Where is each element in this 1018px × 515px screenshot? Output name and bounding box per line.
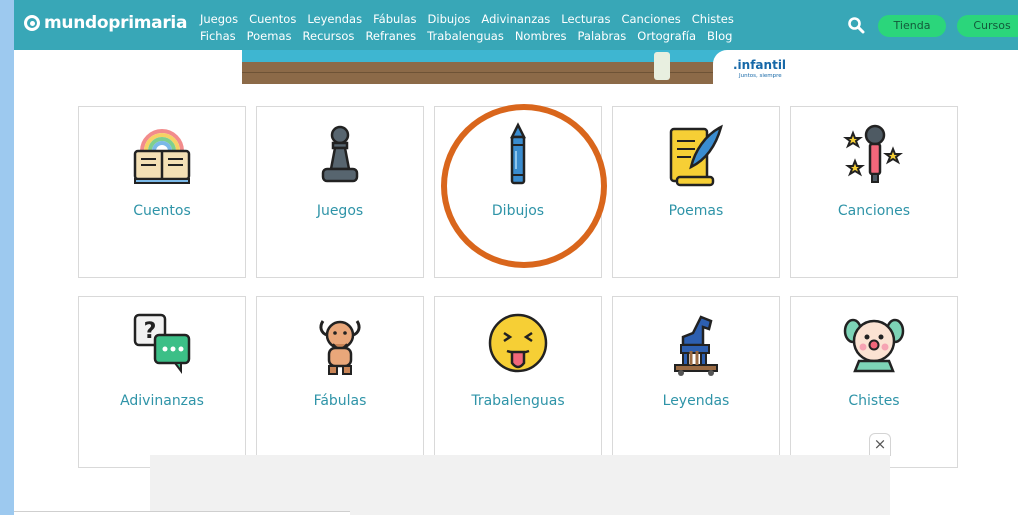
category-label: Poemas bbox=[668, 203, 724, 219]
ad-banner-placeholder[interactable] bbox=[150, 455, 890, 515]
category-card-trabalenguas[interactable]: Trabalenguas bbox=[434, 296, 602, 468]
category-label: Chistes bbox=[848, 393, 900, 409]
ad-close-button[interactable]: × bbox=[869, 433, 891, 456]
question-chat-icon: ? bbox=[133, 313, 191, 374]
cursos-button[interactable]: Cursos bbox=[957, 15, 1018, 37]
category-label: Fábulas bbox=[313, 393, 367, 409]
logo-text: mundoprimaria bbox=[44, 13, 188, 33]
nav-row-2: Fichas Poemas Recursos Refranes Trabalen… bbox=[200, 28, 800, 45]
category-card-poemas[interactable]: Poemas bbox=[612, 106, 780, 278]
nav-link-recursos[interactable]: Recursos bbox=[303, 28, 355, 45]
nav-link-chistes[interactable]: Chistes bbox=[692, 11, 734, 28]
nav-row-1: Juegos Cuentos Leyendas Fábulas Dibujos … bbox=[200, 11, 800, 28]
nav-link-trabalenguas[interactable]: Trabalenguas bbox=[427, 28, 504, 45]
category-label: Dibujos bbox=[491, 203, 545, 219]
nav-link-nombres[interactable]: Nombres bbox=[515, 28, 567, 45]
category-card-fabulas[interactable]: Fábulas bbox=[256, 296, 424, 468]
banner-badge: .infantil Juntos, siempre bbox=[713, 50, 797, 84]
banner-badge-subtitle: Juntos, siempre bbox=[739, 73, 782, 79]
search-icon[interactable] bbox=[847, 16, 865, 34]
microphone-stars-icon bbox=[843, 124, 903, 183]
nav-link-canciones[interactable]: Canciones bbox=[621, 11, 680, 28]
nav-link-fichas[interactable]: Fichas bbox=[200, 28, 236, 45]
browser-viewport: mundoprimaria Juegos Cuentos Leyendas Fá… bbox=[14, 0, 1018, 515]
crayon-icon bbox=[509, 122, 527, 185]
banner-badge-title: .infantil bbox=[733, 58, 787, 72]
scroll-quill-icon bbox=[669, 124, 723, 187]
nav-link-blog[interactable]: Blog bbox=[707, 28, 732, 45]
nav-link-cuentos[interactable]: Cuentos bbox=[249, 11, 296, 28]
trojan-horse-icon bbox=[674, 315, 718, 376]
clown-icon bbox=[843, 318, 905, 373]
browser-status-bar bbox=[14, 511, 350, 515]
category-label: Adivinanzas bbox=[120, 393, 204, 409]
nav-link-refranes[interactable]: Refranes bbox=[365, 28, 416, 45]
category-label: Leyendas bbox=[662, 393, 730, 409]
category-card-adivinanzas[interactable]: ? Adivinanzas bbox=[78, 296, 246, 468]
nav-link-leyendas[interactable]: Leyendas bbox=[307, 11, 362, 28]
faun-icon bbox=[319, 320, 361, 375]
rainbow-book-icon bbox=[133, 129, 191, 184]
category-card-juegos[interactable]: Juegos bbox=[256, 106, 424, 278]
banner-product-image bbox=[654, 52, 670, 80]
category-label: Canciones bbox=[837, 203, 911, 219]
logo-icon bbox=[24, 15, 40, 31]
nav-link-juegos[interactable]: Juegos bbox=[200, 11, 238, 28]
nav-link-adivinanzas[interactable]: Adivinanzas bbox=[481, 11, 550, 28]
chess-pawn-icon bbox=[321, 125, 359, 183]
top-navigation-bar: mundoprimaria Juegos Cuentos Leyendas Fá… bbox=[14, 0, 1018, 50]
nav-link-ortografia[interactable]: Ortografía bbox=[637, 28, 696, 45]
category-card-cuentos[interactable]: Cuentos bbox=[78, 106, 246, 278]
category-card-canciones[interactable]: Canciones bbox=[790, 106, 958, 278]
category-card-dibujos[interactable]: Dibujos bbox=[434, 106, 602, 278]
category-card-leyendas[interactable]: Leyendas bbox=[612, 296, 780, 468]
nav-link-palabras[interactable]: Palabras bbox=[578, 28, 627, 45]
promo-banner[interactable]: .infantil Juntos, siempre bbox=[242, 50, 797, 84]
nav-link-lecturas[interactable]: Lecturas bbox=[561, 11, 610, 28]
nav-link-dibujos[interactable]: Dibujos bbox=[428, 11, 471, 28]
nav-link-fabulas[interactable]: Fábulas bbox=[373, 11, 416, 28]
main-nav: Juegos Cuentos Leyendas Fábulas Dibujos … bbox=[200, 11, 800, 45]
category-label: Juegos bbox=[316, 203, 364, 219]
nav-link-poemas[interactable]: Poemas bbox=[247, 28, 292, 45]
tongue-face-icon bbox=[488, 313, 548, 373]
site-logo[interactable]: mundoprimaria bbox=[24, 13, 187, 33]
category-label: Trabalenguas bbox=[471, 393, 565, 409]
tienda-button[interactable]: Tienda bbox=[878, 15, 946, 37]
category-label: Cuentos bbox=[133, 203, 191, 219]
